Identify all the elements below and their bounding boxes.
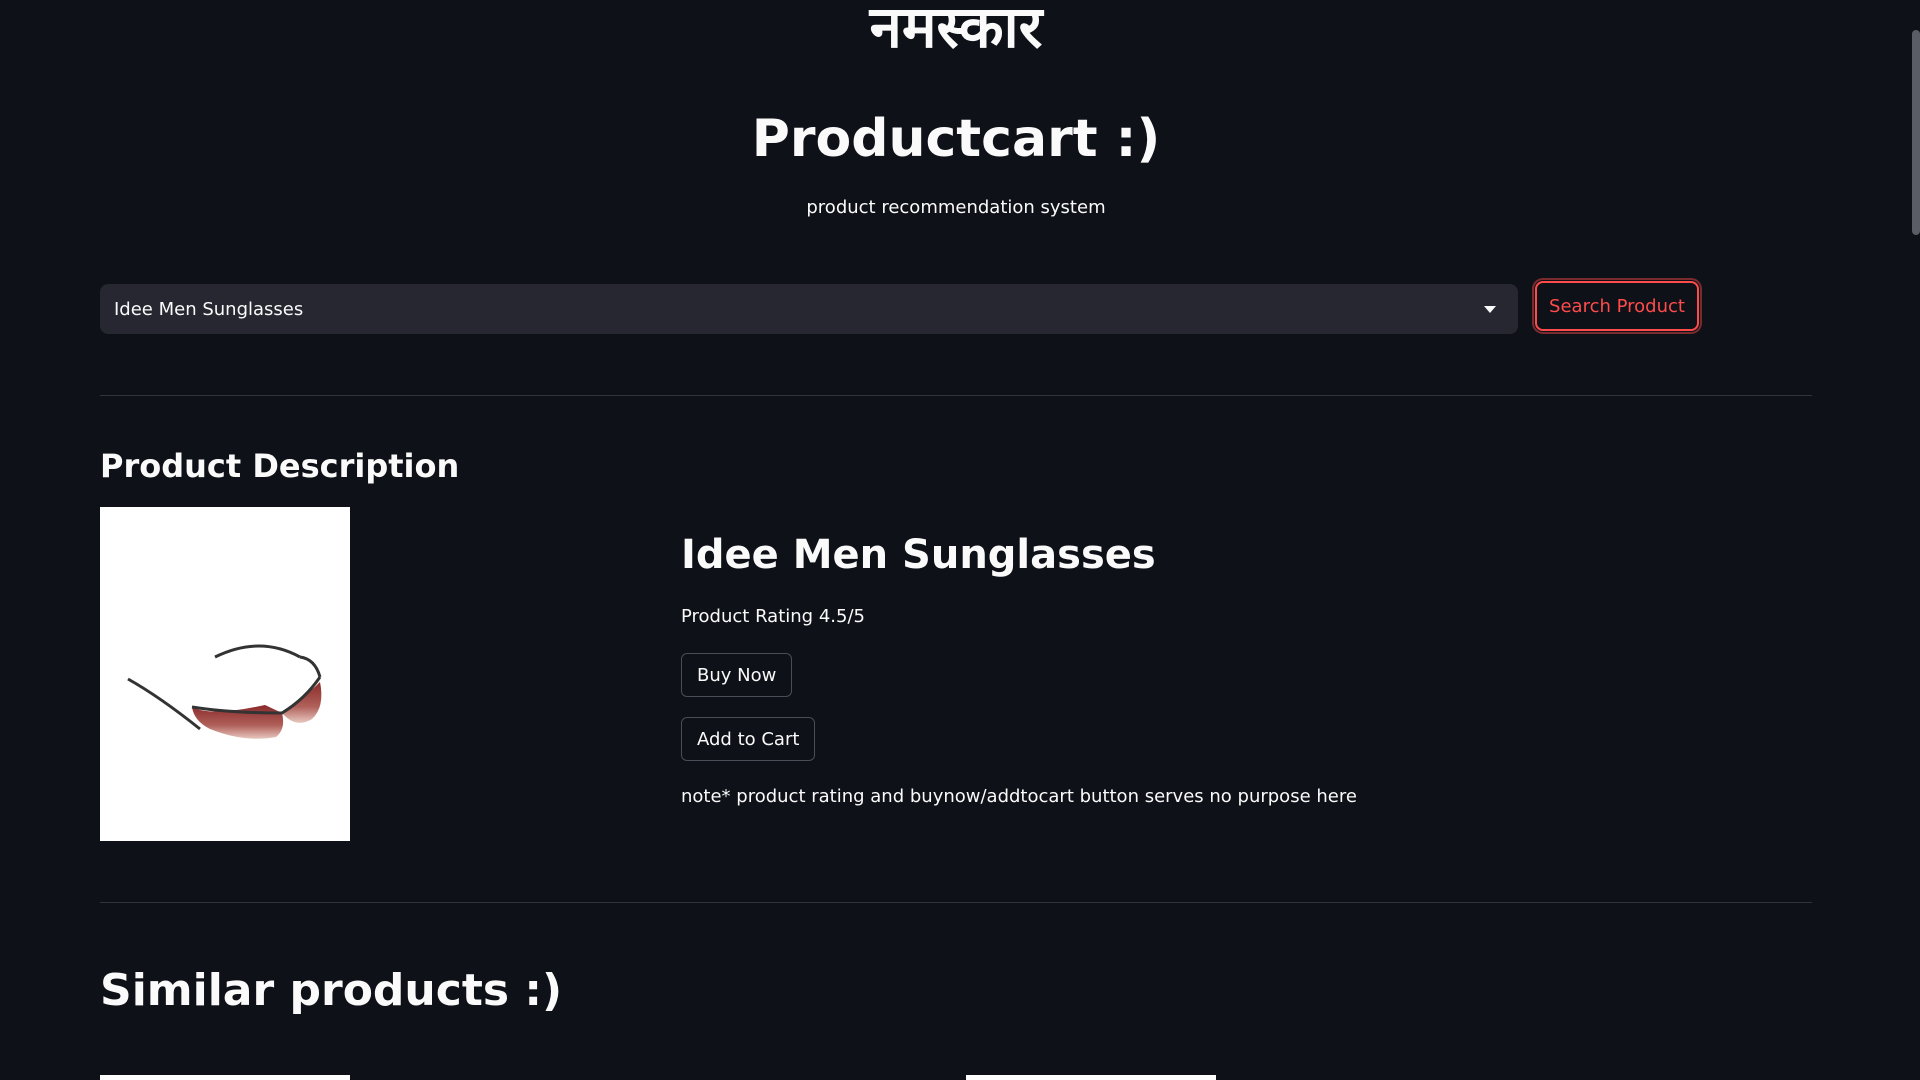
similar-product-image[interactable]: [100, 1075, 350, 1080]
product-rating: Product Rating 4.5/5: [681, 606, 865, 627]
greeting-heading: नमस्कार: [869, 0, 1043, 61]
search-product-button[interactable]: Search Product: [1532, 278, 1702, 334]
product-image: [100, 507, 350, 841]
page-subtitle: product recommendation system: [806, 197, 1106, 218]
product-description-heading: Product Description: [100, 447, 460, 485]
sunglasses-image: [127, 644, 322, 739]
divider: [100, 902, 1812, 903]
disclaimer-note: note* product rating and buynow/addtocar…: [681, 786, 1357, 807]
product-select[interactable]: Idee Men Sunglasses: [100, 284, 1518, 334]
similar-products-heading: Similar products :): [100, 965, 563, 1016]
scrollbar[interactable]: [1912, 30, 1920, 235]
similar-product-image[interactable]: [966, 1075, 1216, 1080]
add-to-cart-button[interactable]: Add to Cart: [681, 717, 816, 761]
app-page: नमस्कार Productcart :) product recommend…: [0, 0, 1920, 1080]
product-name: Idee Men Sunglasses: [681, 532, 1156, 578]
buy-now-button[interactable]: Buy Now: [681, 653, 793, 697]
divider: [100, 395, 1812, 396]
page-title: Productcart :): [751, 109, 1161, 169]
product-select-value: Idee Men Sunglasses: [114, 298, 304, 320]
chevron-down-icon[interactable]: [1484, 305, 1496, 313]
